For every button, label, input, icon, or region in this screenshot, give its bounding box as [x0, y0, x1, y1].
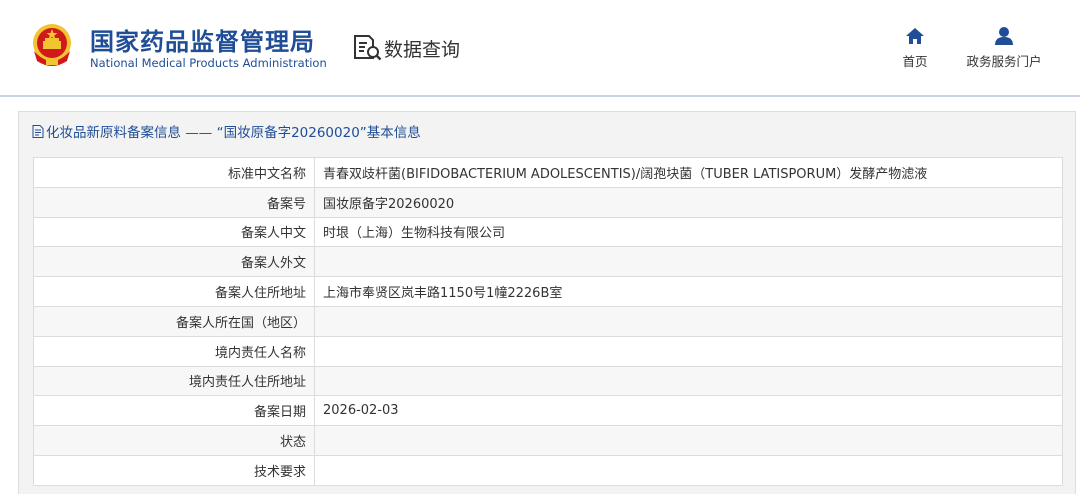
table-row: 备案人外文: [33, 246, 1063, 278]
header-divider: [0, 95, 1080, 97]
row-value: 2026-02-03: [314, 395, 1063, 427]
nav-home-label: 首页: [902, 54, 928, 69]
nav-service-portal[interactable]: 政务服务门户: [960, 26, 1048, 70]
nav-home[interactable]: 首页: [894, 26, 936, 70]
row-label: 备案人住所地址: [33, 276, 315, 307]
table-row: 境内责任人住所地址: [33, 365, 1063, 397]
table-row: 备案人所在国（地区）: [33, 305, 1063, 337]
row-value: 青春双歧杆菌(BIFIDOBACTERIUM ADOLESCENTIS)/阔孢块…: [314, 157, 1063, 188]
table-row: 备案人住所地址 上海市奉贤区岚丰路1150号1幢2226B室: [33, 276, 1063, 307]
row-label: 状态: [33, 425, 315, 456]
row-label: 备案日期: [33, 395, 315, 427]
row-label: 备案人中文: [33, 216, 315, 248]
home-icon: [906, 28, 924, 44]
row-value: 上海市奉贤区岚丰路1150号1幢2226B室: [314, 276, 1063, 307]
info-table: 标准中文名称 青春双歧杆菌(BIFIDOBACTERIUM ADOLESCENTI…: [33, 157, 1063, 486]
row-label: 备案人所在国（地区）: [33, 305, 315, 337]
row-label: 境内责任人名称: [33, 335, 315, 367]
table-row: 技术要求: [33, 454, 1063, 486]
table-row: 备案号 国妆原备字20260020: [33, 186, 1063, 218]
nav-portal-label: 政务服务门户: [966, 54, 1042, 69]
row-label: 备案号: [33, 186, 315, 218]
site-header: 国家药品监督管理局 National Medical Products Admi…: [0, 0, 1080, 96]
query-title-text: 数据查询: [384, 38, 461, 61]
table-row: 标准中文名称 青春双歧杆菌(BIFIDOBACTERIUM ADOLESCENTI…: [33, 157, 1063, 188]
org-name-en: National Medical Products Administration: [90, 56, 327, 70]
table-row: 备案人中文 时垠（上海）生物科技有限公司: [33, 216, 1063, 248]
panel-title-text: 化妆品新原料备案信息 —— “国妆原备字20260020”基本信息: [46, 125, 421, 141]
data-query-title: 数据查询: [352, 33, 460, 63]
row-label: 技术要求: [33, 454, 315, 486]
document-search-icon: [354, 35, 382, 61]
row-value: [314, 454, 1063, 486]
table-row: 状态: [33, 425, 1063, 456]
table-row: 境内责任人名称: [33, 335, 1063, 367]
row-value: [314, 365, 1063, 397]
row-value: [314, 246, 1063, 278]
record-info-panel: 化妆品新原料备案信息 —— “国妆原备字20260020”基本信息 标准中文名称…: [18, 111, 1076, 494]
document-icon: [32, 124, 44, 138]
user-icon: [995, 27, 1013, 45]
org-name-cn: 国家药品监督管理局: [90, 28, 315, 56]
row-label: 境内责任人住所地址: [33, 365, 315, 397]
row-value: 国妆原备字20260020: [314, 186, 1063, 218]
panel-title: 化妆品新原料备案信息 —— “国妆原备字20260020”基本信息: [32, 121, 421, 141]
row-value: [314, 305, 1063, 337]
row-value: [314, 335, 1063, 367]
row-label: 备案人外文: [33, 246, 315, 278]
table-row: 备案日期 2026-02-03: [33, 395, 1063, 427]
row-value: [314, 425, 1063, 456]
row-value: 时垠（上海）生物科技有限公司: [314, 216, 1063, 248]
national-emblem-icon: [33, 24, 71, 66]
row-label: 标准中文名称: [33, 157, 315, 188]
